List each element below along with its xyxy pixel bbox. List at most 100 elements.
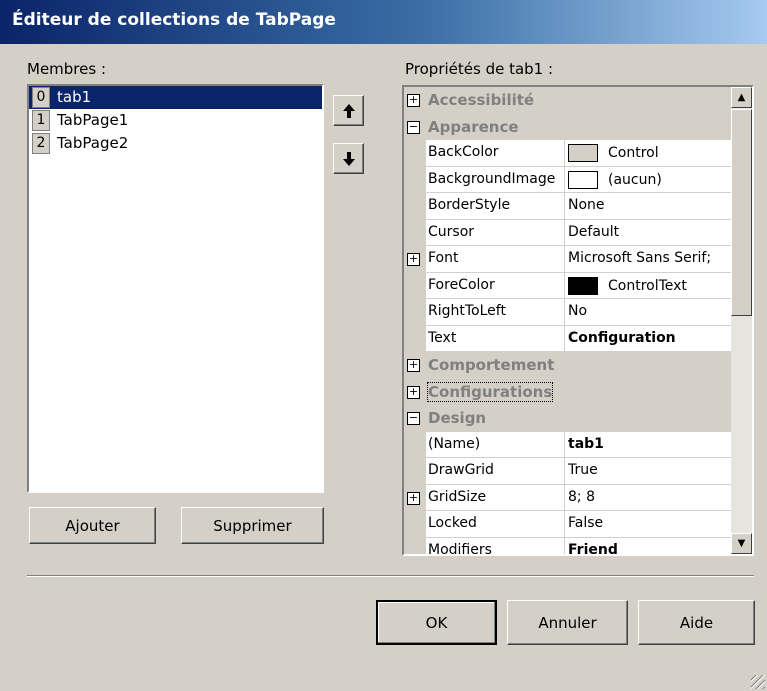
- category-name: Apparence: [428, 117, 519, 136]
- resize-grip-icon[interactable]: [751, 675, 765, 689]
- property-category-row[interactable]: + Comportement: [404, 352, 731, 379]
- property-value[interactable]: Control: [568, 144, 728, 162]
- move-up-button[interactable]: [333, 95, 364, 126]
- scroll-up-icon: ▲: [737, 92, 746, 103]
- property-row[interactable]: ForeColor ControlText: [404, 272, 731, 299]
- property-value[interactable]: ControlText: [568, 276, 728, 295]
- property-row[interactable]: + Font Microsoft Sans Serif;: [404, 246, 731, 273]
- property-value-text: Microsoft Sans Serif;: [568, 250, 712, 266]
- row-gutter: [404, 458, 426, 484]
- row-gutter: [404, 193, 426, 219]
- list-item-index: 2: [32, 133, 50, 154]
- property-value-text: (aucun): [608, 171, 662, 188]
- column-divider[interactable]: [564, 140, 565, 166]
- property-row[interactable]: BackColor Control: [404, 140, 731, 167]
- column-divider[interactable]: [564, 193, 565, 219]
- property-category-row[interactable]: − Design: [404, 405, 731, 432]
- property-name: Text: [428, 329, 457, 346]
- expand-icon[interactable]: +: [407, 385, 420, 399]
- collapse-icon[interactable]: −: [407, 120, 420, 134]
- property-row[interactable]: Cursor Default: [404, 219, 731, 246]
- row-gutter: [404, 537, 426, 554]
- cancel-button[interactable]: Annuler: [507, 600, 628, 645]
- property-name: Modifiers: [428, 541, 492, 556]
- property-grid[interactable]: + Accessibilité − Apparence BackColor Control…: [402, 85, 754, 556]
- list-item[interactable]: 2 TabPage2: [29, 132, 322, 155]
- property-row[interactable]: BorderStyle None: [404, 193, 731, 220]
- column-divider[interactable]: [564, 458, 565, 484]
- property-name: GridSize: [428, 488, 487, 505]
- row-gutter: [404, 299, 426, 325]
- members-label: Membres :: [27, 60, 107, 78]
- property-value-text: Control: [608, 145, 659, 161]
- column-divider[interactable]: [564, 272, 565, 298]
- column-divider[interactable]: [564, 537, 565, 554]
- property-row[interactable]: BackgroundImage (aucun): [404, 166, 731, 193]
- column-divider[interactable]: [564, 219, 565, 245]
- property-value[interactable]: Default: [568, 224, 728, 240]
- property-row[interactable]: RightToLeft No: [404, 299, 731, 326]
- property-value[interactable]: False: [568, 515, 728, 531]
- footer-separator: [27, 575, 754, 577]
- property-row[interactable]: DrawGrid True: [404, 458, 731, 485]
- column-divider[interactable]: [564, 299, 565, 325]
- move-down-button[interactable]: [333, 143, 364, 174]
- column-divider[interactable]: [564, 325, 565, 351]
- property-row[interactable]: + GridSize 8; 8: [404, 484, 731, 511]
- property-name: BackColor: [428, 144, 499, 160]
- scroll-thumb[interactable]: [731, 109, 752, 316]
- property-value[interactable]: Configuration: [568, 330, 728, 346]
- list-item-name: TabPage1: [57, 111, 129, 129]
- expand-icon[interactable]: +: [407, 491, 420, 505]
- property-value[interactable]: 8; 8: [568, 489, 728, 505]
- property-rows: + Accessibilité − Apparence BackColor Control…: [404, 87, 731, 556]
- expand-icon[interactable]: +: [407, 94, 420, 107]
- column-divider[interactable]: [564, 484, 565, 510]
- color-swatch: [568, 144, 598, 162]
- row-gutter: [404, 511, 426, 537]
- scroll-up-button[interactable]: ▲: [731, 87, 752, 108]
- property-row[interactable]: Modifiers Friend: [404, 537, 731, 556]
- property-name: (Name): [428, 435, 481, 452]
- property-value-text: No: [568, 303, 588, 319]
- property-value[interactable]: Microsoft Sans Serif;: [568, 250, 728, 266]
- title-bar[interactable]: Éditeur de collections de TabPage: [0, 0, 767, 44]
- list-item-name: TabPage2: [57, 134, 129, 152]
- expand-icon[interactable]: +: [407, 253, 420, 266]
- collapse-icon[interactable]: −: [407, 412, 420, 425]
- property-row[interactable]: Locked False: [404, 511, 731, 538]
- property-value-text: None: [568, 197, 605, 213]
- ok-button[interactable]: OK: [376, 600, 497, 645]
- cancel-button-label: Annuler: [538, 613, 597, 632]
- property-grid-scrollbar[interactable]: ▲ ▼: [731, 87, 752, 554]
- property-category-row[interactable]: − Apparence: [404, 113, 731, 140]
- property-name: RightToLeft: [428, 303, 506, 319]
- column-divider[interactable]: [564, 511, 565, 537]
- property-row[interactable]: Text Configuration: [404, 325, 731, 352]
- column-divider[interactable]: [564, 431, 565, 457]
- property-category-row[interactable]: + Accessibilité: [404, 87, 731, 114]
- row-gutter: [404, 431, 426, 457]
- property-value-text: False: [568, 515, 604, 531]
- members-list[interactable]: 0 tab1 1 TabPage1 2 TabPage2: [27, 84, 324, 493]
- property-value[interactable]: True: [568, 462, 728, 478]
- color-swatch: [568, 276, 598, 295]
- column-divider[interactable]: [564, 166, 565, 192]
- property-value[interactable]: (aucun): [568, 170, 728, 189]
- column-divider[interactable]: [564, 246, 565, 272]
- remove-button[interactable]: Supprimer: [181, 507, 324, 544]
- property-value[interactable]: tab1: [568, 436, 728, 452]
- property-value[interactable]: No: [568, 303, 728, 319]
- list-item[interactable]: 1 TabPage1: [29, 109, 322, 132]
- help-button[interactable]: Aide: [638, 600, 755, 645]
- scroll-down-button[interactable]: ▼: [731, 533, 752, 554]
- expand-icon[interactable]: +: [407, 359, 420, 372]
- property-value[interactable]: Friend: [568, 542, 728, 555]
- category-name: Comportement: [428, 356, 555, 374]
- property-value[interactable]: None: [568, 197, 728, 213]
- add-button[interactable]: Ajouter: [29, 507, 156, 544]
- list-item[interactable]: 0 tab1: [29, 86, 322, 109]
- add-button-label: Ajouter: [65, 516, 120, 535]
- property-category-row[interactable]: + Configurations: [404, 378, 731, 405]
- property-row[interactable]: (Name) tab1: [404, 431, 731, 458]
